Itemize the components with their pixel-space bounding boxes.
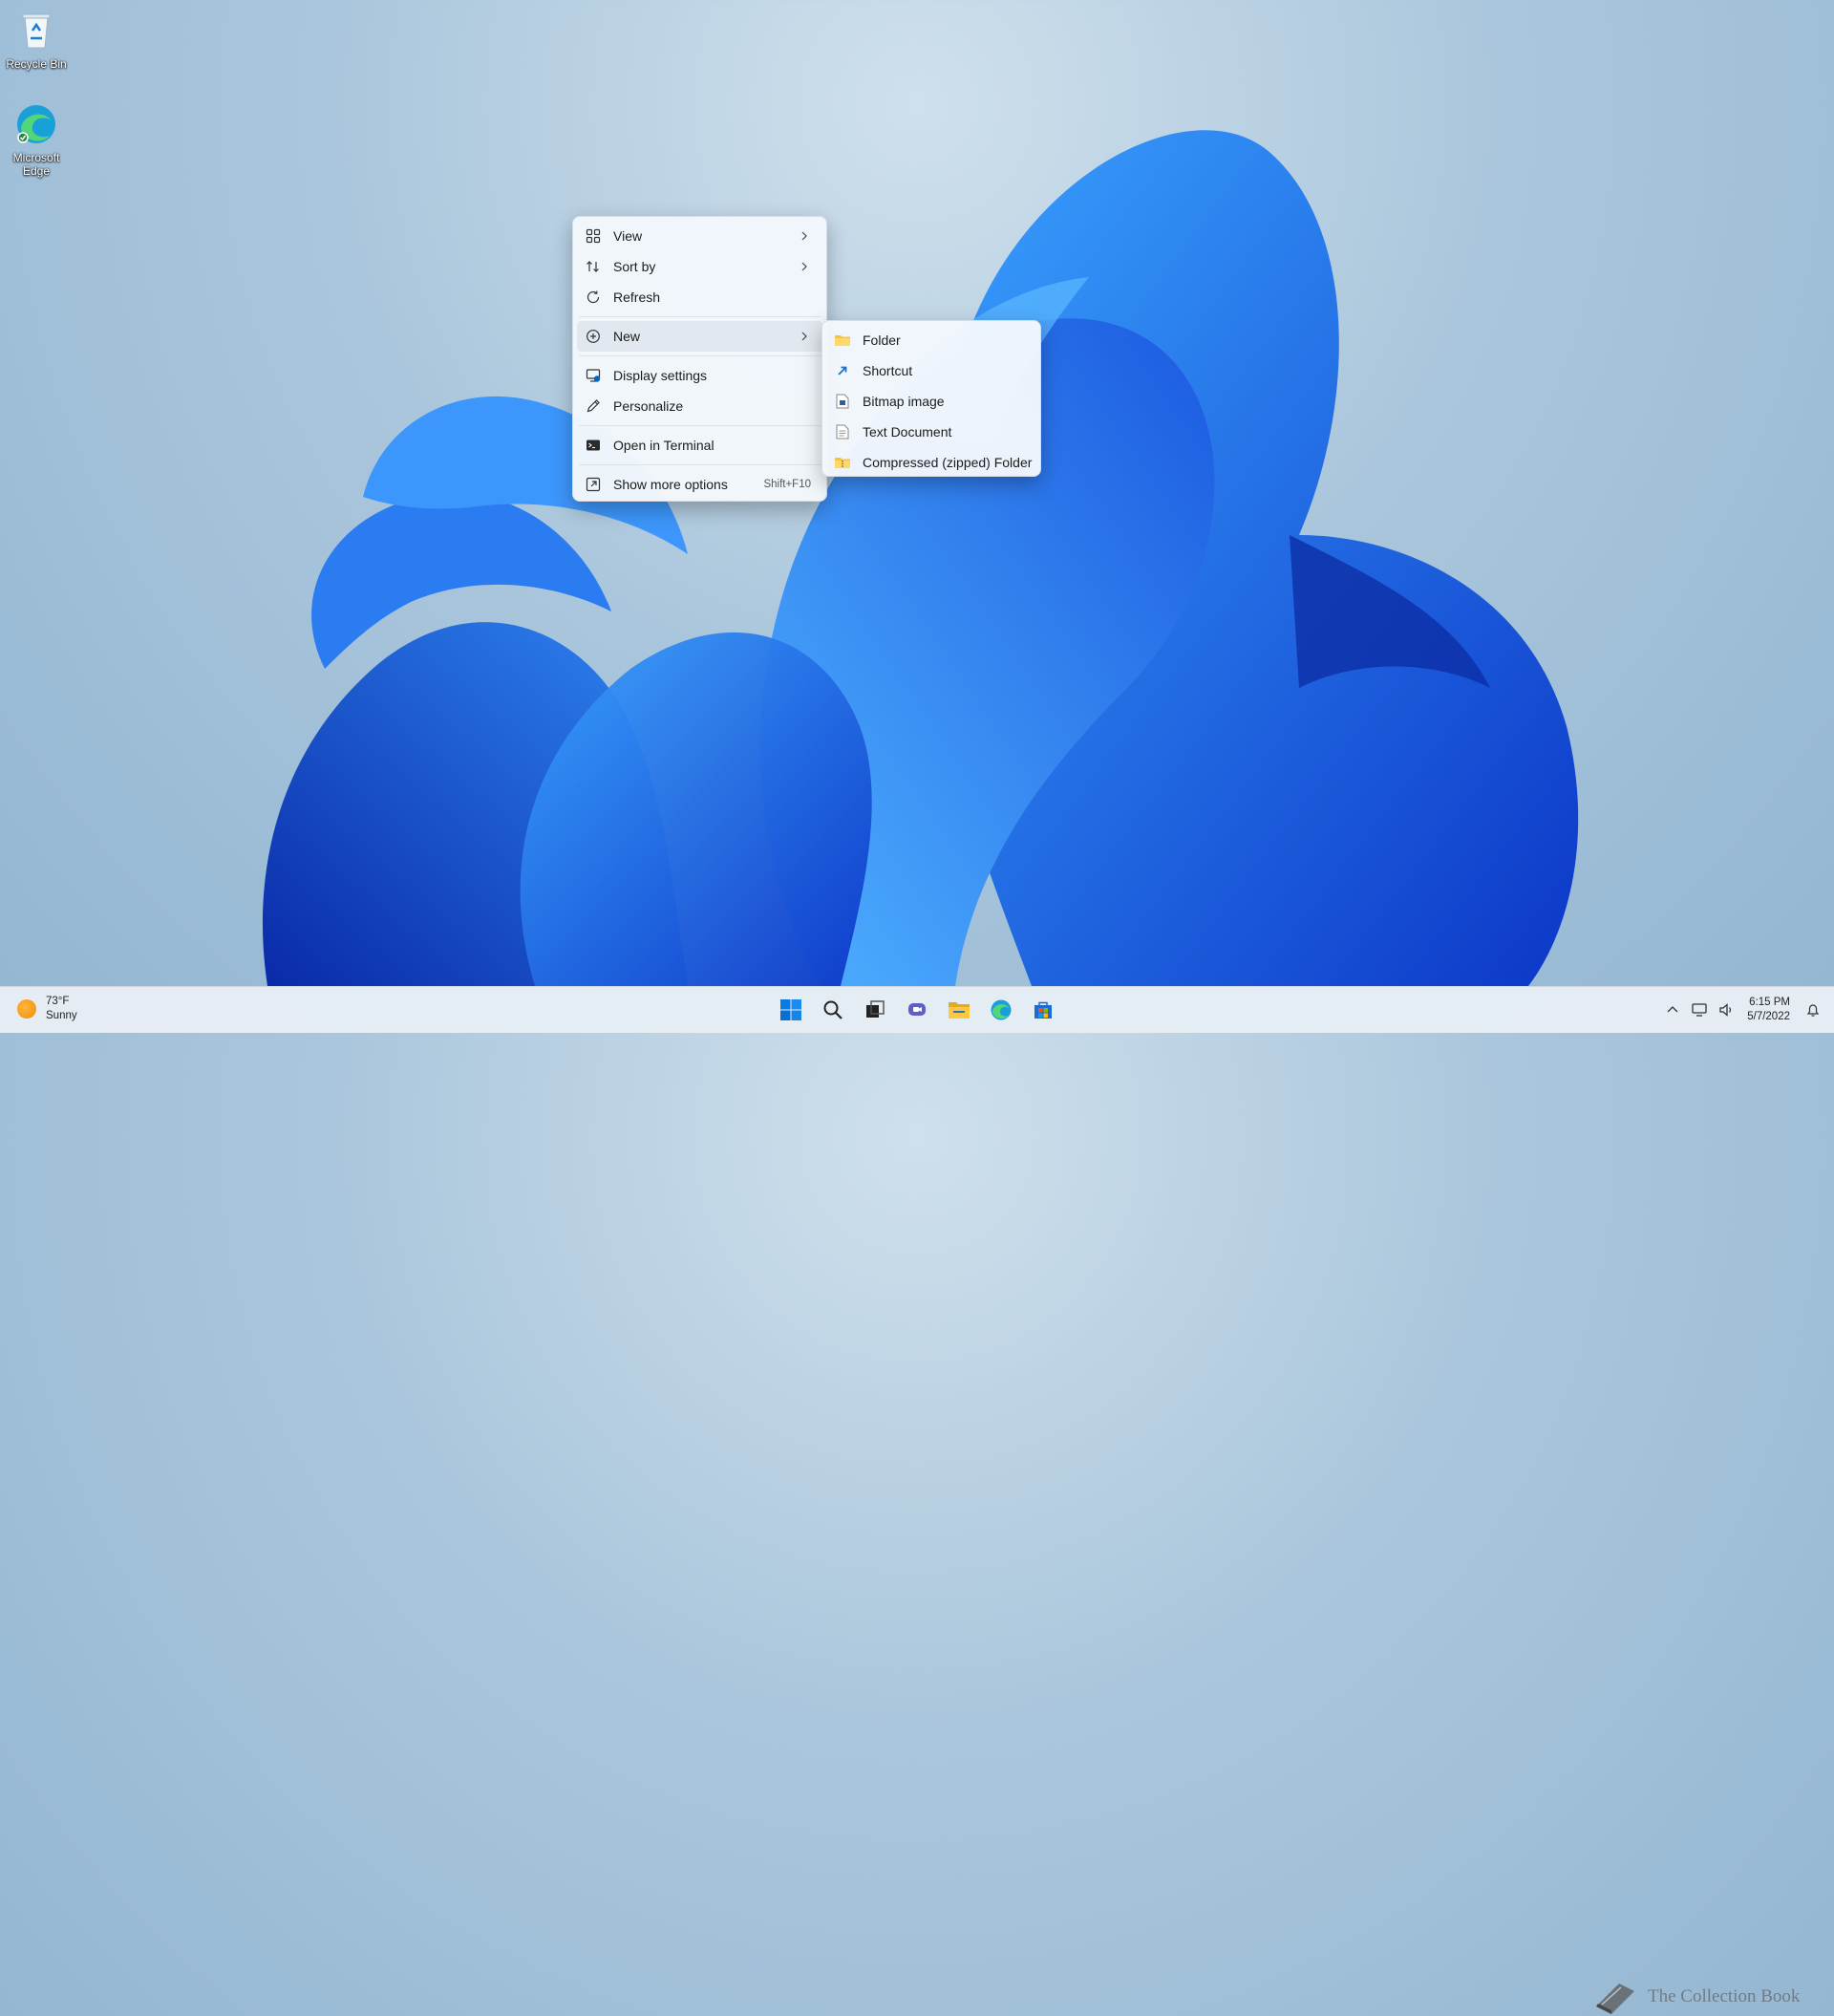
sort-icon <box>585 258 602 275</box>
start-icon <box>780 999 801 1020</box>
view-grid-icon <box>585 227 602 245</box>
menu-separator <box>579 425 821 426</box>
folder-icon <box>834 332 851 349</box>
menu-item-label: Display settings <box>613 368 708 383</box>
notification-icon[interactable] <box>1804 1001 1822 1019</box>
menu-separator <box>579 355 821 356</box>
taskbar-pinned-apps <box>776 995 1058 1025</box>
plus-circle-icon <box>585 328 602 345</box>
desktop-context-menu: View Sort by Refresh New Display setting… <box>572 216 827 502</box>
recycle-bin-label: Recycle Bin <box>6 57 67 71</box>
display-settings-icon <box>585 367 602 384</box>
wallpaper-bloom <box>262 130 1579 986</box>
chevron-right-icon <box>801 332 807 341</box>
task-view-button[interactable] <box>860 995 890 1025</box>
more-options-icon <box>585 476 602 493</box>
zip-folder-icon <box>834 454 851 471</box>
menu-separator <box>579 464 821 465</box>
file-explorer-icon <box>949 1002 970 1019</box>
store-button[interactable] <box>1028 995 1058 1025</box>
edge-icon <box>991 999 1012 1020</box>
weather-temp: 73°F <box>46 996 70 1007</box>
submenu-item-label: Compressed (zipped) Folder <box>863 455 1033 470</box>
watermark-text: The Collection Book <box>1648 1986 1801 2006</box>
menu-item-label: Personalize <box>613 398 684 414</box>
submenu-item-text-document[interactable]: Text Document <box>826 417 1036 447</box>
submenu-item-label: Folder <box>863 332 901 348</box>
refresh-icon <box>585 289 602 306</box>
sun-icon <box>17 999 36 1019</box>
submenu-item-compressed-folder[interactable]: Compressed (zipped) Folder <box>826 447 1036 478</box>
menu-item-open-in-terminal[interactable]: Open in Terminal <box>577 430 822 461</box>
weather-widget[interactable]: 73°F Sunny <box>17 995 77 1023</box>
weather-condition: Sunny <box>46 1010 77 1021</box>
recycle-bin-icon <box>22 13 51 49</box>
menu-item-new[interactable]: New <box>577 321 822 352</box>
taskbar: 73°F Sunny 6:15 PM 5/7/2022 The Collecti… <box>0 986 1834 2014</box>
volume-icon[interactable] <box>1717 1001 1735 1019</box>
new-submenu: Folder Shortcut Bitmap image Text Docume… <box>821 320 1041 477</box>
edge-taskbar-button[interactable] <box>986 995 1016 1025</box>
submenu-item-label: Text Document <box>863 424 952 440</box>
submenu-item-shortcut[interactable]: Shortcut <box>826 355 1036 386</box>
chat-icon <box>908 1003 926 1016</box>
search-icon <box>823 1000 842 1019</box>
edge-shortcut[interactable]: Microsoft Edge <box>4 101 69 178</box>
submenu-item-folder[interactable]: Folder <box>826 325 1036 355</box>
book-logo-icon <box>1596 1984 1634 2014</box>
menu-item-personalize[interactable]: Personalize <box>577 391 822 421</box>
submenu-item-bitmap-image[interactable]: Bitmap image <box>826 386 1036 417</box>
text-document-icon <box>834 423 851 440</box>
menu-item-label: Sort by <box>613 259 656 274</box>
chat-button[interactable] <box>902 995 932 1025</box>
chevron-up-icon[interactable] <box>1664 1001 1681 1019</box>
task-view-icon <box>866 1000 885 1018</box>
menu-item-show-more-options[interactable]: Show more options Shift+F10 <box>577 469 822 500</box>
edge-label: Microsoft Edge <box>12 151 60 178</box>
pen-icon <box>585 397 602 415</box>
bitmap-icon <box>834 393 851 410</box>
menu-item-refresh[interactable]: Refresh <box>577 282 822 312</box>
network-icon[interactable] <box>1691 1001 1708 1019</box>
store-icon <box>1034 1001 1052 1019</box>
search-button[interactable] <box>818 995 848 1025</box>
menu-item-sort-by[interactable]: Sort by <box>577 251 822 282</box>
shortcut-icon <box>834 362 851 379</box>
submenu-item-label: Shortcut <box>863 363 913 378</box>
chevron-right-icon <box>801 231 807 241</box>
clock-date: 5/7/2022 <box>1747 1011 1790 1022</box>
file-explorer-button[interactable] <box>944 995 974 1025</box>
chevron-right-icon <box>801 262 807 271</box>
menu-item-label: Show more options <box>613 477 728 492</box>
menu-item-label: Open in Terminal <box>613 438 714 453</box>
terminal-icon <box>585 437 602 454</box>
edge-icon <box>17 105 55 143</box>
clock[interactable]: 6:15 PM 5/7/2022 <box>1747 996 1790 1024</box>
start-button[interactable] <box>776 995 806 1025</box>
submenu-item-label: Bitmap image <box>863 394 945 409</box>
menu-item-view[interactable]: View <box>577 221 822 251</box>
recycle-bin-shortcut[interactable]: Recycle Bin <box>4 8 69 71</box>
shortcut-hint: Shift+F10 <box>763 479 811 490</box>
watermark: The Collection Book <box>1590 1978 1800 2016</box>
clock-time: 6:15 PM <box>1749 997 1790 1008</box>
menu-separator <box>579 316 821 317</box>
menu-item-label: Refresh <box>613 290 661 305</box>
menu-item-label: View <box>613 228 643 244</box>
system-tray: 6:15 PM 5/7/2022 <box>1659 993 1826 1027</box>
menu-item-label: New <box>613 329 641 344</box>
menu-item-display-settings[interactable]: Display settings <box>577 360 822 391</box>
